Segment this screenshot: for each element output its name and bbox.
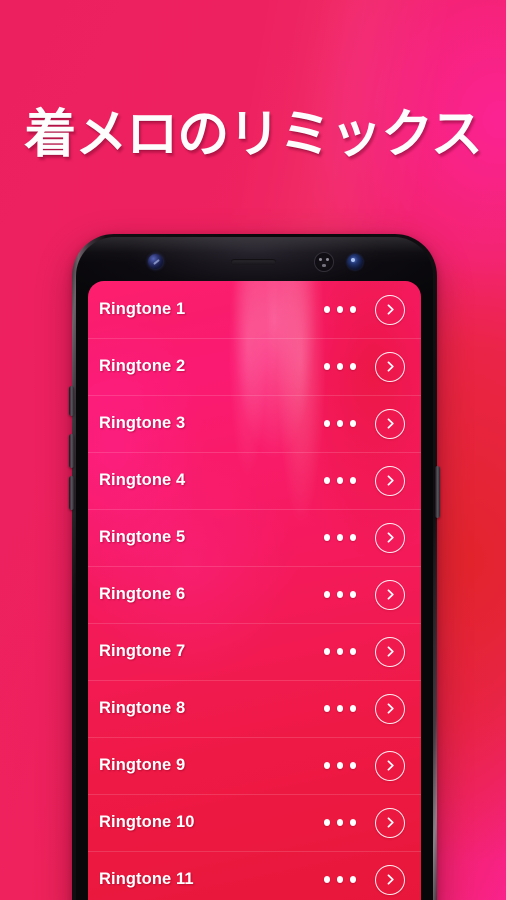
earpiece-speaker-icon [231, 259, 276, 265]
chevron-right-circle-icon[interactable] [375, 294, 405, 325]
dot [323, 762, 330, 769]
list-item[interactable]: Ringtone 8 [88, 680, 421, 737]
ringtone-name: Ringtone 3 [99, 414, 186, 432]
ringtone-name: Ringtone 8 [99, 699, 186, 717]
list-item[interactable]: Ringtone 5 [88, 509, 421, 566]
ringtone-name: Ringtone 2 [99, 357, 186, 375]
dot [323, 876, 330, 883]
dot [349, 420, 356, 427]
list-item[interactable]: Ringtone 6 [88, 566, 421, 623]
ringtone-name: Ringtone 9 [99, 756, 186, 774]
dot [349, 648, 356, 655]
dot [336, 762, 343, 769]
iris-scanner-dot [322, 264, 326, 267]
dot [336, 819, 343, 826]
three-dots-icon[interactable] [323, 876, 356, 883]
list-item[interactable]: Ringtone 3 [88, 395, 421, 452]
three-dots-icon[interactable] [323, 762, 356, 769]
three-dots-icon[interactable] [323, 705, 356, 712]
ringtone-name: Ringtone 4 [99, 471, 186, 489]
three-dots-icon[interactable] [323, 534, 356, 541]
ringtone-name: Ringtone 10 [99, 813, 195, 831]
dot [323, 819, 330, 826]
dot [349, 591, 356, 598]
list-item[interactable]: Ringtone 4 [88, 452, 421, 509]
dot [323, 306, 330, 313]
iris-scanner-icon [314, 252, 334, 272]
ringtone-name: Ringtone 5 [99, 528, 186, 546]
dot [349, 363, 356, 370]
dot [336, 648, 343, 655]
front-camera-glint [351, 258, 355, 262]
dot [336, 363, 343, 370]
dot [349, 819, 356, 826]
three-dots-icon[interactable] [323, 648, 356, 655]
dot [323, 591, 330, 598]
chevron-right-circle-icon[interactable] [375, 864, 405, 895]
three-dots-icon[interactable] [323, 477, 356, 484]
three-dots-icon[interactable] [323, 306, 356, 313]
bixby-button[interactable] [69, 386, 74, 416]
dot [323, 420, 330, 427]
dot [336, 705, 343, 712]
volume-up-button[interactable] [69, 434, 74, 468]
list-item[interactable]: Ringtone 1 [88, 281, 421, 338]
dot [349, 876, 356, 883]
chevron-right-circle-icon[interactable] [375, 693, 405, 724]
dot [323, 477, 330, 484]
dot [349, 534, 356, 541]
three-dots-icon[interactable] [323, 363, 356, 370]
iris-scanner-dot [326, 258, 329, 261]
three-dots-icon[interactable] [323, 591, 356, 598]
dot [336, 534, 343, 541]
dot [349, 705, 356, 712]
three-dots-icon[interactable] [323, 819, 356, 826]
dot [336, 420, 343, 427]
front-camera-icon [347, 254, 363, 270]
dot [336, 306, 343, 313]
chevron-right-circle-icon[interactable] [375, 465, 405, 496]
dot [336, 876, 343, 883]
ringtone-name: Ringtone 7 [99, 642, 186, 660]
phone-front-glass: Ringtone 1 Ringtone 2 Ringtone 3 Rington… [76, 237, 433, 900]
power-button[interactable] [435, 466, 440, 518]
chevron-right-circle-icon[interactable] [375, 408, 405, 439]
phone-mockup: Ringtone 1 Ringtone 2 Ringtone 3 Rington… [69, 234, 440, 900]
dot [323, 534, 330, 541]
dot [349, 306, 356, 313]
chevron-right-circle-icon[interactable] [375, 351, 405, 382]
dot [336, 477, 343, 484]
dot [323, 705, 330, 712]
ringtone-list: Ringtone 1 Ringtone 2 Ringtone 3 Rington… [88, 281, 421, 900]
phone-top-bezel [76, 237, 433, 281]
chevron-right-circle-icon[interactable] [375, 522, 405, 553]
volume-down-button[interactable] [69, 476, 74, 510]
list-item[interactable]: Ringtone 2 [88, 338, 421, 395]
ringtone-name: Ringtone 6 [99, 585, 186, 603]
ringtone-name: Ringtone 1 [99, 300, 186, 318]
iris-scanner-dot [319, 258, 322, 261]
dot [336, 591, 343, 598]
dot [323, 648, 330, 655]
dot [323, 363, 330, 370]
dot [349, 762, 356, 769]
list-item[interactable]: Ringtone 9 [88, 737, 421, 794]
page-title-text: 着メロのリミックス [24, 105, 482, 164]
app-screen: Ringtone 1 Ringtone 2 Ringtone 3 Rington… [88, 281, 421, 900]
dot [349, 477, 356, 484]
chevron-right-circle-icon[interactable] [375, 636, 405, 667]
three-dots-icon[interactable] [323, 420, 356, 427]
page-title: 着メロのリミックス [0, 93, 506, 165]
ringtone-name: Ringtone 11 [99, 870, 194, 888]
list-item[interactable]: Ringtone 7 [88, 623, 421, 680]
chevron-right-circle-icon[interactable] [375, 807, 405, 838]
list-item[interactable]: Ringtone 11 [88, 851, 421, 900]
chevron-right-circle-icon[interactable] [375, 750, 405, 781]
list-item[interactable]: Ringtone 10 [88, 794, 421, 851]
chevron-right-circle-icon[interactable] [375, 579, 405, 610]
